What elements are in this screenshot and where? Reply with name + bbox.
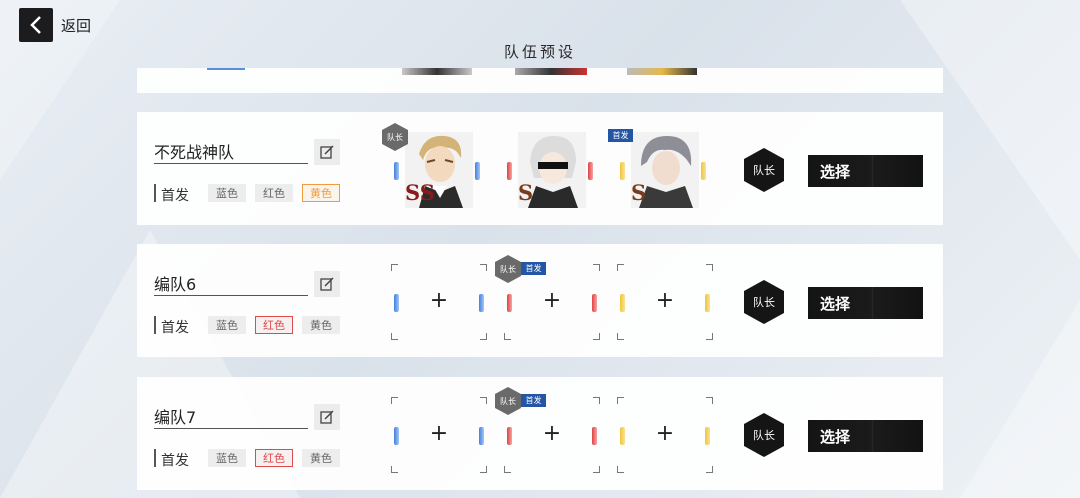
edit-icon [320,277,334,291]
first-color-yellow[interactable]: 黄色 [302,184,340,202]
rank-label: S [518,180,534,205]
svg-text:队长: 队长 [500,264,516,274]
select-button[interactable]: 选择 [808,420,923,452]
plus-icon: + [429,421,449,446]
first-indicator [154,316,156,334]
set-leader-button[interactable]: 队长 [743,412,785,458]
edit-name-button[interactable] [314,139,340,165]
plus-icon: + [542,288,562,313]
back-button[interactable] [19,8,53,42]
first-badge: 首发 [608,129,633,142]
partial-portrait-2 [515,68,587,75]
back-arrow-icon [30,16,41,34]
select-button[interactable]: 选择 [808,155,923,187]
first-label: 首发 [161,320,189,336]
set-leader-button[interactable]: 队长 [743,279,785,325]
edit-name-button[interactable] [314,271,340,297]
first-color-yellow[interactable]: 黄色 [302,449,340,467]
partial-portrait-1 [402,68,472,75]
color-pip-yellow [620,162,625,180]
select-button[interactable]: 选择 [808,287,923,319]
member-slot-2[interactable]: S [504,132,596,208]
leader-badge: 队长 [382,123,408,151]
set-leader-button[interactable]: 队长 [743,147,785,193]
empty-slot-3[interactable]: + [617,264,713,340]
first-color-red[interactable]: 红色 [255,449,293,467]
edit-icon [320,410,334,424]
name-underline [154,428,308,429]
color-pip-blue [394,162,399,180]
rank-label: S [631,180,647,205]
team-card: 编队7 首发 蓝色 红色 黄色 + + + 队长 首发 队长 选择 [137,377,943,490]
first-indicator [154,449,156,467]
first-color-blue[interactable]: 蓝色 [208,316,246,334]
first-badge: 首发 [521,394,546,407]
team-name: 编队7 [154,408,197,427]
first-color-blue[interactable]: 蓝色 [208,449,246,467]
svg-text:队长: 队长 [500,396,516,406]
empty-slot-1[interactable]: + [391,264,487,340]
leader-badge: 队长 [495,255,521,283]
team-name: 编队6 [154,275,197,294]
team-name: 不死战神队 [154,143,235,162]
plus-icon: + [542,421,562,446]
color-pip-red [507,162,512,180]
first-label: 首发 [161,188,189,204]
first-color-yellow[interactable]: 黄色 [302,316,340,334]
color-pip-yellow [701,162,706,180]
first-color-red[interactable]: 红色 [255,184,293,202]
team-card-partial [137,68,943,93]
partial-tag [207,68,245,70]
plus-icon: + [429,288,449,313]
name-underline [154,295,308,296]
leader-badge: 队长 [495,387,521,415]
empty-slot-1[interactable]: + [391,397,487,473]
member-slot-3[interactable]: S [617,132,709,208]
team-card: 编队6 首发 蓝色 红色 黄色 + + + 队长 首发 队长 选择 [137,244,943,357]
color-pip-red [588,162,593,180]
svg-text:队长: 队长 [387,132,403,142]
first-color-blue[interactable]: 蓝色 [208,184,246,202]
rank-label: SS [405,180,435,205]
svg-text:队长: 队长 [753,163,775,177]
name-underline [154,163,308,164]
first-color-red[interactable]: 红色 [255,316,293,334]
page-title: 队伍预设 [503,43,576,61]
first-badge: 首发 [521,262,546,275]
svg-text:队长: 队长 [753,428,775,442]
svg-text:队长: 队长 [753,295,775,309]
first-label: 首发 [161,453,189,469]
empty-slot-3[interactable]: + [617,397,713,473]
edit-name-button[interactable] [314,404,340,430]
back-label[interactable]: 返回 [61,15,91,36]
first-indicator [154,184,156,202]
partial-portrait-3 [627,68,697,75]
plus-icon: + [655,288,675,313]
color-pip-blue [475,162,480,180]
plus-icon: + [655,421,675,446]
edit-icon [320,145,334,159]
team-card: 不死战神队 首发 蓝色 红色 黄色 SS 队长 S S 首发 队长 选择 [137,112,943,225]
top-bar: 返回 队伍预设 [0,0,1080,70]
